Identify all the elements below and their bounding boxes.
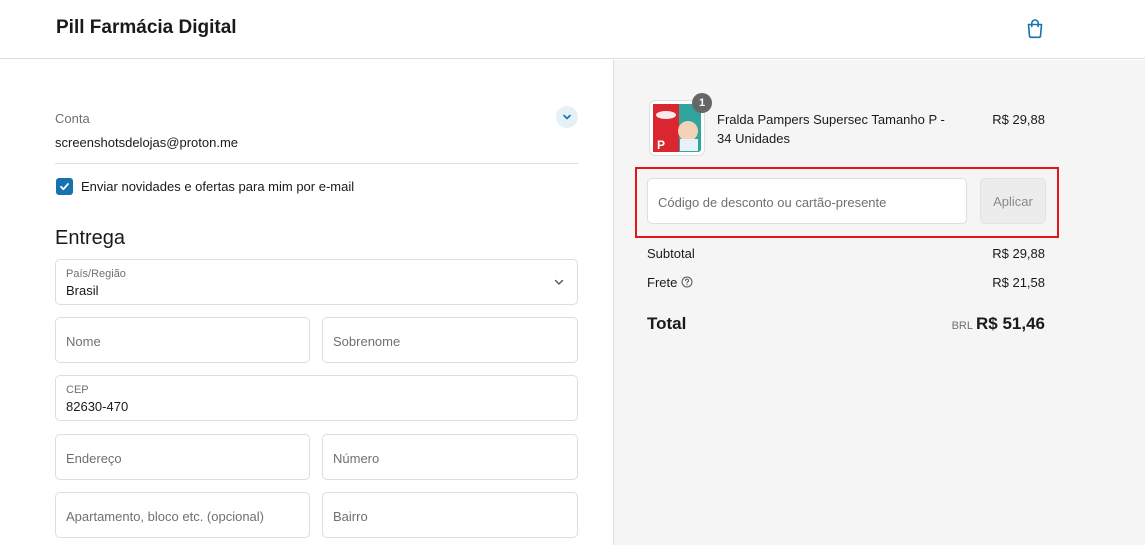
country-select[interactable]: País/Região Brasil [55,259,578,305]
country-label: País/Região [66,268,126,280]
newsletter-label[interactable]: Enviar novidades e ofertas para mim por … [81,179,354,194]
question-circle-icon[interactable] [681,276,693,291]
number-placeholder: Número [333,451,380,466]
total-currency: BRL [951,320,973,332]
first-name-placeholder: Nome [66,334,101,349]
number-field[interactable]: Número [322,434,578,480]
apply-discount-button[interactable]: Aplicar [980,178,1046,224]
neighborhood-placeholder: Bairro [333,509,368,524]
shipping-value: R$ 21,58 [992,275,1045,290]
delivery-title: Entrega [55,227,126,249]
address-placeholder: Endereço [66,451,122,466]
apartment-placeholder: Apartamento, bloco etc. (opcional) [66,509,264,524]
product-price: R$ 29,88 [992,112,1045,127]
product-name: Fralda Pampers Supersec Tamanho P - 34 U… [717,112,945,146]
chevron-down-icon [554,279,564,285]
svg-text:P: P [657,138,665,152]
total-value: R$ 51,46 [976,314,1045,333]
address-field[interactable]: Endereço [55,434,310,480]
account-label: Conta [55,111,90,126]
order-summary: P 1 Fralda Pampers Supersec Tamanho P - … [613,60,1145,545]
store-name[interactable]: Pill Farmácia Digital [56,17,237,39]
newsletter-checkbox[interactable] [56,178,73,195]
chevron-down-icon[interactable] [556,106,578,128]
header: Pill Farmácia Digital [0,0,1145,59]
apartment-field[interactable]: Apartamento, bloco etc. (opcional) [55,492,310,538]
last-name-placeholder: Sobrenome [333,334,401,349]
cep-label: CEP [66,384,89,396]
subtotal-value: R$ 29,88 [992,246,1045,261]
account-email: screenshotsdelojas@proton.me [55,135,239,150]
shopping-bag-icon[interactable] [1024,17,1046,39]
shipping-row: Frete [647,275,693,291]
cep-value: 82630-470 [66,399,129,414]
country-value: Brasil [66,283,99,298]
discount-code-input[interactable]: Código de desconto ou cartão-presente [647,178,967,224]
first-name-field[interactable]: Nome [55,317,310,363]
last-name-field[interactable]: Sobrenome [322,317,578,363]
quantity-badge: 1 [692,93,712,113]
subtotal-label: Subtotal [647,246,695,261]
cep-field[interactable]: CEP 82630-470 [55,375,578,421]
total-label: Total [647,314,687,333]
checkout-form: Conta screenshotsdelojas@proton.me Envia… [0,60,613,545]
shipping-label: Frete [647,275,678,290]
neighborhood-field[interactable]: Bairro [322,492,578,538]
checkmark-icon [60,183,69,191]
discount-placeholder: Código de desconto ou cartão-presente [658,195,887,210]
divider [55,163,578,164]
